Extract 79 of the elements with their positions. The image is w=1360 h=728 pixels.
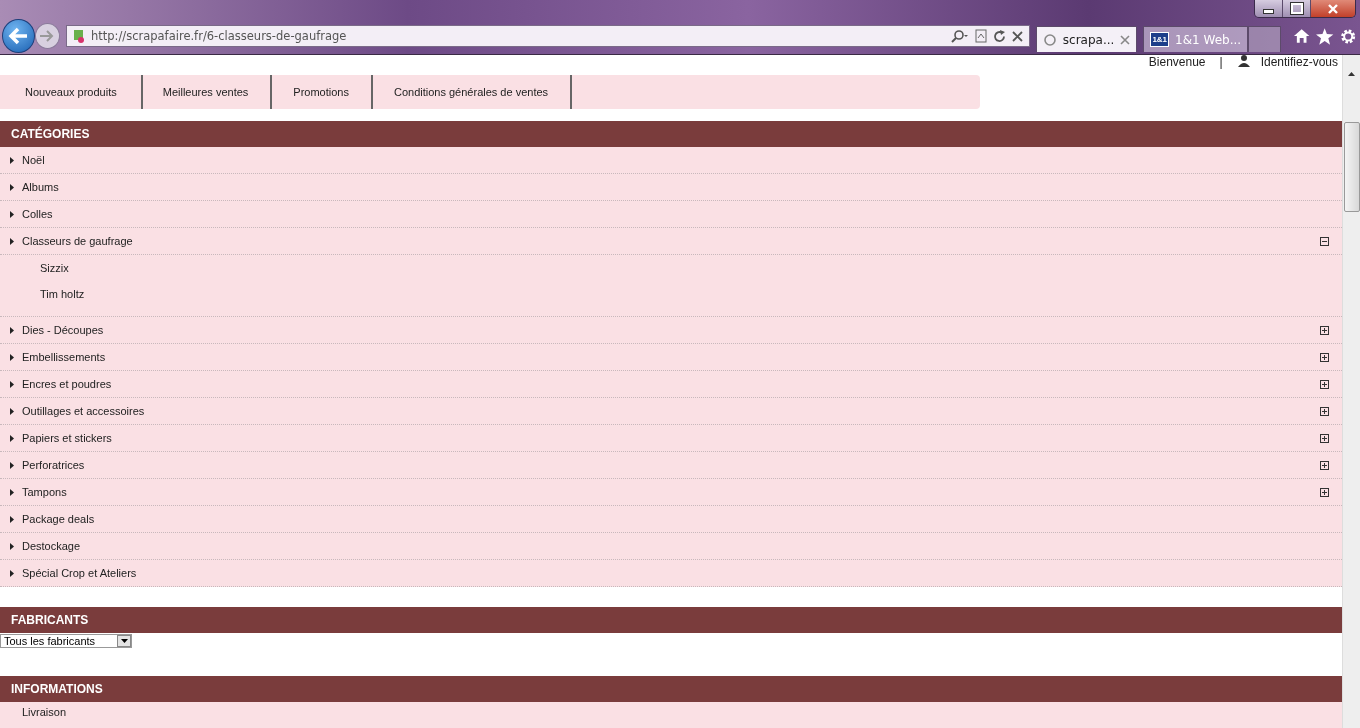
- bullet-icon: [10, 237, 14, 245]
- tab-label: scrapa...: [1062, 32, 1115, 47]
- bullet-icon: [10, 407, 14, 415]
- scroll-up-icon[interactable]: [1348, 72, 1355, 76]
- bullet-icon: [10, 569, 14, 577]
- tab-label: 1&1 Web...: [1175, 32, 1242, 47]
- category-link[interactable]: Outillages et accessoires: [22, 405, 145, 417]
- category-link[interactable]: Albums: [22, 181, 59, 193]
- expand-icon[interactable]: [1320, 325, 1329, 335]
- address-bar[interactable]: http://scrapafaire.fr/6-classeurs-de-gaufrage: [65, 25, 1030, 47]
- category-link[interactable]: Classeurs de gaufrage: [22, 235, 133, 247]
- close-icon: [1327, 3, 1339, 14]
- section-header: FABRICANTS: [0, 607, 1342, 633]
- expand-icon[interactable]: [1320, 352, 1329, 362]
- section-header: INFORMATIONS: [0, 676, 1342, 702]
- category-link[interactable]: Tampons: [22, 486, 67, 498]
- expand-icon[interactable]: [1320, 487, 1329, 497]
- menu-item[interactable]: Nouveaux produits: [0, 75, 143, 109]
- site-logo: 1&1: [1150, 32, 1170, 47]
- collapse-icon[interactable]: [1320, 236, 1329, 246]
- scrollbar-thumb[interactable]: [1343, 122, 1360, 212]
- site-icon: [72, 29, 85, 43]
- category-link[interactable]: Embellissements: [22, 351, 106, 363]
- expand-icon[interactable]: [1320, 433, 1329, 443]
- home-icon[interactable]: [1292, 28, 1311, 44]
- scrollbar[interactable]: [1342, 55, 1360, 728]
- category-link[interactable]: Colles: [22, 208, 53, 220]
- menu-item[interactable]: Promotions: [272, 75, 373, 109]
- browser-tab[interactable]: 1&1 1&1 Web...: [1143, 26, 1249, 52]
- bullet-icon: [10, 183, 14, 191]
- category-link[interactable]: Package deals: [22, 513, 95, 525]
- minimize-button[interactable]: [1255, 0, 1283, 17]
- category-link[interactable]: Destockage: [22, 540, 81, 552]
- category-link[interactable]: Encres et poudres: [22, 378, 112, 390]
- refresh-icon[interactable]: [992, 29, 1006, 43]
- expand-icon[interactable]: [1320, 379, 1329, 389]
- category-link[interactable]: Noël: [22, 154, 45, 166]
- close-tab-icon[interactable]: [1120, 34, 1131, 45]
- bullet-icon: [10, 380, 14, 388]
- category-link[interactable]: Spécial Crop et Ateliers: [22, 567, 137, 579]
- close-button[interactable]: [1311, 0, 1355, 17]
- bullet-icon: [10, 542, 14, 550]
- expand-icon[interactable]: [1320, 460, 1329, 470]
- bullet-icon: [10, 434, 14, 442]
- menu-item[interactable]: Conditions générales de ventes: [372, 75, 573, 109]
- settings-icon[interactable]: [1339, 27, 1356, 45]
- arrow-right-icon: [39, 30, 56, 42]
- expand-icon[interactable]: [1320, 406, 1329, 416]
- welcome-text: Bienvenue: [1148, 55, 1206, 70]
- arrow-left-icon: [7, 27, 30, 45]
- category-link[interactable]: Papiers et stickers: [22, 432, 112, 444]
- login-link[interactable]: Identifiez-vous: [1260, 55, 1338, 70]
- loading-icon: [1042, 32, 1057, 47]
- browser-tab[interactable]: scrapa...: [1035, 26, 1138, 52]
- category-link[interactable]: Perforatrices: [22, 459, 85, 471]
- bullet-icon: [10, 488, 14, 496]
- bullet-icon: [10, 353, 14, 361]
- manufacturer-select[interactable]: Tous les fabricants: [0, 634, 132, 648]
- url-text: http://scrapafaire.fr/6-classeurs-de-gaufrage: [90, 29, 347, 43]
- dropdown-arrow-icon: [120, 639, 128, 643]
- bullet-icon: [10, 461, 14, 469]
- separator: |: [1219, 55, 1223, 70]
- search-icon[interactable]: [950, 29, 969, 43]
- compat-icon[interactable]: [974, 29, 987, 43]
- stop-icon[interactable]: [1011, 30, 1023, 42]
- bullet-icon: [10, 156, 14, 164]
- back-button[interactable]: [2, 19, 35, 53]
- bullet-icon: [10, 515, 14, 523]
- menu-item[interactable]: Meilleures ventes: [142, 75, 273, 109]
- bullet-icon: [10, 326, 14, 334]
- restore-button[interactable]: [1283, 0, 1311, 17]
- subcategory-link[interactable]: Tim holtz: [40, 288, 1342, 314]
- user-icon: [1236, 55, 1251, 67]
- subcategory-link[interactable]: Sizzix: [40, 262, 1342, 288]
- category-link[interactable]: Dies - Découpes: [22, 324, 104, 336]
- info-link[interactable]: Livraison: [22, 706, 67, 718]
- section-header: CATÉGORIES: [0, 121, 1342, 147]
- bullet-icon: [10, 210, 14, 218]
- favorites-icon[interactable]: [1316, 27, 1334, 45]
